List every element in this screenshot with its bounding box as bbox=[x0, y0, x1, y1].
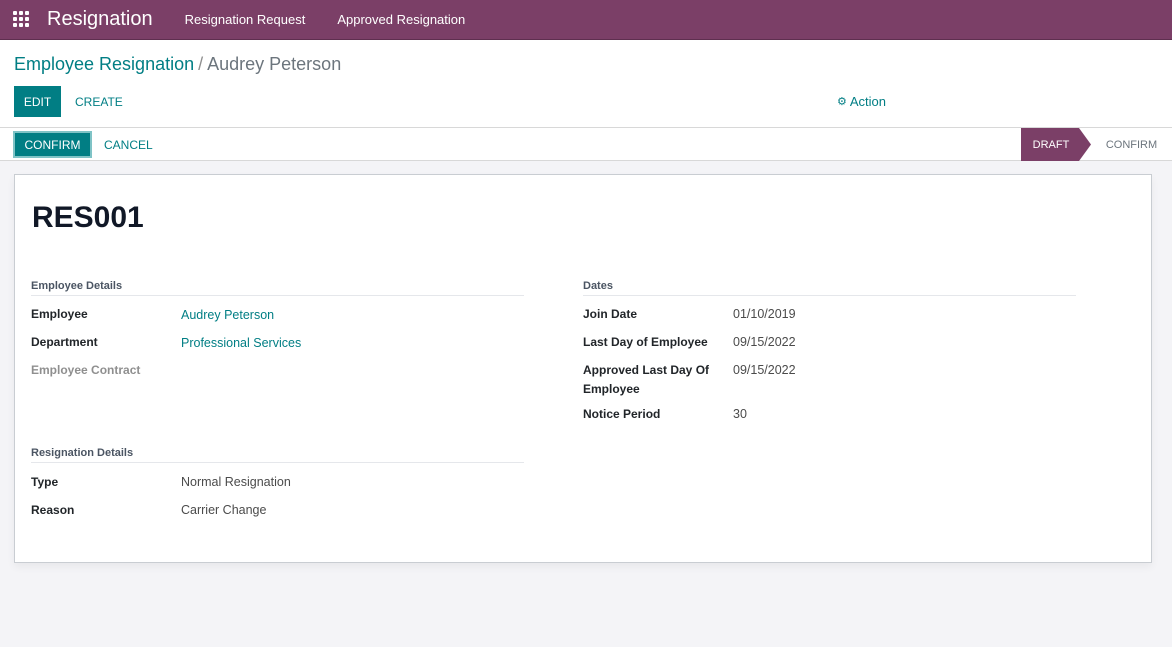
employee-value-link[interactable]: Audrey Peterson bbox=[181, 306, 274, 325]
create-button[interactable]: CREATE bbox=[67, 86, 131, 117]
stage-draft[interactable]: DRAFT bbox=[1021, 128, 1091, 161]
breadcrumb-separator: / bbox=[198, 54, 204, 74]
last-day-label: Last Day of Employee bbox=[583, 335, 708, 349]
menu-approved-resignation[interactable]: Approved Resignation bbox=[337, 12, 465, 27]
gear-icon: ⚙ bbox=[837, 96, 847, 108]
last-day-value: 09/15/2022 bbox=[733, 335, 796, 349]
control-panel: Employee Resignation / Audrey Peterson EDI… bbox=[0, 40, 1172, 128]
approved-last-day-value: 09/15/2022 bbox=[733, 363, 796, 377]
breadcrumb-current: Audrey Peterson bbox=[207, 54, 342, 74]
action-label: Action bbox=[849, 94, 887, 109]
resignation-details-title: Resignation Details bbox=[31, 447, 524, 463]
edit-button[interactable]: EDIT bbox=[14, 86, 61, 117]
breadcrumb: Employee Resignation / Audrey Peterson bbox=[14, 54, 341, 75]
apps-menu-icon[interactable] bbox=[13, 10, 31, 29]
breadcrumb-parent-link[interactable]: Employee Resignation bbox=[14, 54, 194, 74]
department-value-link[interactable]: Professional Services bbox=[181, 334, 301, 353]
employee-label: Employee bbox=[31, 307, 88, 321]
approved-last-day-label: Approved Last Day Of Employee bbox=[583, 361, 709, 399]
employee-details-title: Employee Details bbox=[31, 280, 524, 296]
notice-period-label: Notice Period bbox=[583, 407, 661, 421]
app-title[interactable]: Resignation bbox=[47, 8, 153, 31]
form-statusbar: CONFIRM CANCEL DRAFT CONFIRM bbox=[0, 128, 1172, 161]
join-date-value: 01/10/2019 bbox=[733, 307, 796, 321]
menu-resignation-request[interactable]: Resignation Request bbox=[185, 12, 306, 27]
reason-label: Reason bbox=[31, 503, 75, 517]
confirm-button[interactable]: CONFIRM bbox=[13, 131, 92, 158]
form-sheet: RES001 Employee Details Employee Audrey … bbox=[14, 174, 1152, 563]
approved-last-day-label-line1: Approved Last Day Of bbox=[583, 363, 710, 377]
notice-period-value: 30 bbox=[733, 407, 747, 421]
approved-last-day-label-line2: Employee bbox=[583, 382, 640, 396]
reason-value: Carrier Change bbox=[181, 503, 267, 517]
dates-title: Dates bbox=[583, 280, 1076, 296]
record-name: RES001 bbox=[32, 201, 144, 234]
stage-confirm[interactable]: CONFIRM bbox=[1091, 128, 1172, 161]
top-navbar: Resignation Resignation Request Approved… bbox=[0, 0, 1172, 40]
type-label: Type bbox=[31, 475, 59, 489]
employee-contract-label: Employee Contract bbox=[31, 363, 141, 377]
action-dropdown[interactable]: ⚙ Action bbox=[837, 94, 886, 109]
join-date-label: Join Date bbox=[583, 307, 638, 321]
cancel-button[interactable]: CANCEL bbox=[96, 131, 161, 158]
department-label: Department bbox=[31, 335, 98, 349]
type-value: Normal Resignation bbox=[181, 475, 291, 489]
